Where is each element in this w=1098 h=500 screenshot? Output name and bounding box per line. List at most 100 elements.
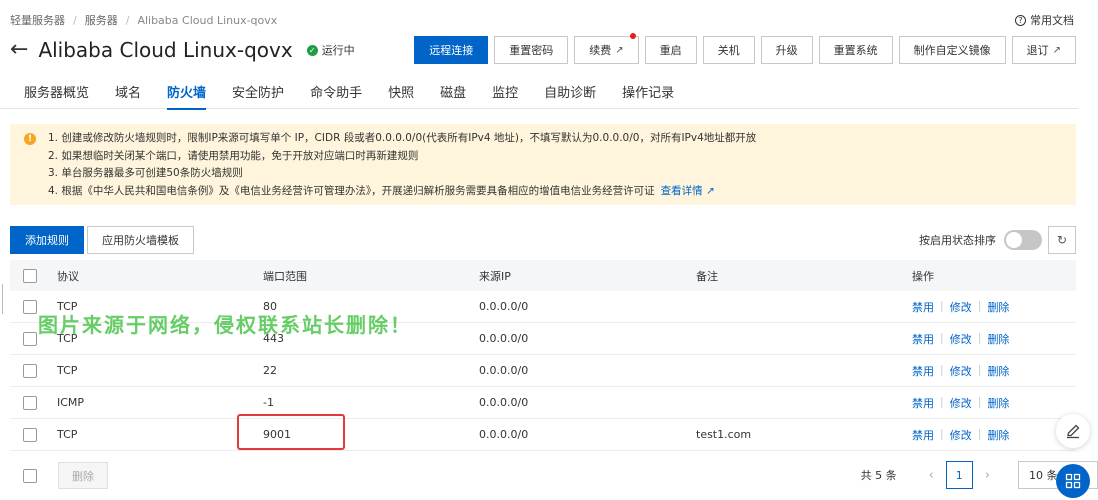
breadcrumb-separator: / [73,13,77,27]
divider: | [940,362,944,376]
tab-domain[interactable]: 域名 [115,78,141,109]
batch-delete-button[interactable]: 删除 [58,462,108,489]
prev-page-icon[interactable]: ‹ [929,468,934,483]
apply-template-button[interactable]: 应用防火墙模板 [87,226,194,254]
tab-snapshot[interactable]: 快照 [388,78,414,109]
total-count: 共 5 条 [860,469,897,482]
cell-source: 0.0.0.0/0 [479,300,529,313]
docs-link-label: 常用文档 [1030,14,1074,27]
sort-label: 按启用状态排序 [919,234,996,247]
table-row: TCP 22 0.0.0.0/0 禁用 | 修改 | 删除 [10,355,1076,387]
select-all-checkbox[interactable] [23,268,37,283]
divider: | [940,298,944,312]
unsubscribe-button[interactable]: 退订 ↗ [1011,36,1076,64]
cell-source: 0.0.0.0/0 [479,428,529,441]
delete-link[interactable]: 删除 [987,299,1009,315]
reset-password-button[interactable]: 重置密码 [494,36,569,64]
row-checkbox[interactable] [23,299,37,314]
next-page-icon[interactable]: › [985,468,990,483]
footer-select-all-checkbox[interactable] [23,469,37,483]
tab-disk[interactable]: 磁盘 [440,78,466,109]
check-circle-icon: ✓ [306,44,318,56]
cell-source: 0.0.0.0/0 [479,364,529,377]
row-select-cell [10,395,57,410]
row-select-cell [10,427,57,442]
edit-feedback-button[interactable] [1056,414,1090,448]
header-note: 备注 [696,269,718,283]
breadcrumb-item-lightweight-server[interactable]: 轻量服务器 [10,12,65,28]
edit-link[interactable]: 修改 [950,299,972,315]
tab-overview[interactable]: 服务器概览 [24,78,89,109]
disable-link[interactable]: 禁用 [912,395,934,411]
docs-link[interactable]: ? 常用文档 [1015,12,1074,28]
row-checkbox[interactable] [23,427,37,442]
back-arrow-icon[interactable]: ← [10,36,28,64]
disable-link[interactable]: 禁用 [912,427,934,443]
notice-line-1: 1. 创建或修改防火墙规则时，限制IP来源可填写单个 IP，CIDR 段或者0.… [48,132,757,144]
delete-link[interactable]: 删除 [987,331,1009,347]
unsubscribe-label: 退订 [1026,44,1049,57]
tab-firewall[interactable]: 防火墙 [167,78,207,110]
renew-button[interactable]: 续费 ↗ [574,33,639,64]
status-label: 运行中 [321,44,355,57]
cell-actions: 禁用 | 修改 | 删除 [912,331,1072,347]
toggle-knob [1006,232,1022,248]
tab-command-assistant[interactable]: 命令助手 [310,78,362,109]
disable-link[interactable]: 禁用 [912,363,934,379]
restart-button[interactable]: 重启 [644,36,697,64]
notice-line-4: 4. 根据《中华人民共和国电信条例》及《电信业务经营许可管理办法》，开展递归解析… [48,183,1062,201]
page-1-button[interactable]: 1 [945,461,973,489]
breadcrumb-item-servers[interactable]: 服务器 [85,12,118,28]
edit-link[interactable]: 修改 [950,395,972,411]
disable-link[interactable]: 禁用 [912,331,934,347]
cell-actions: 禁用 | 修改 | 删除 [912,395,1072,411]
row-checkbox[interactable] [23,331,37,346]
edit-link[interactable]: 修改 [950,427,972,443]
warning-icon: ! [24,133,36,145]
row-checkbox[interactable] [23,395,37,410]
divider: | [977,426,982,440]
sort-toggle-group: 按启用状态排序 [919,230,1042,250]
reset-system-button[interactable]: 重置系统 [818,36,893,64]
edit-link[interactable]: 修改 [950,363,972,379]
tab-self-diagnosis[interactable]: 自助诊断 [544,78,596,109]
header-actions: 操作 [912,269,934,283]
divider: | [977,330,982,344]
tab-operation-log[interactable]: 操作记录 [622,78,674,109]
edit-link[interactable]: 修改 [950,331,972,347]
notice-line-3: 3. 单台服务器最多可创建50条防火墙规则 [48,167,243,179]
shutdown-button[interactable]: 关机 [702,36,755,64]
table-row: TCP 9001 0.0.0.0/0 test1.com 禁用 | 修改 | 删除 [10,414,1076,451]
tab-security[interactable]: 安全防护 [232,78,284,109]
delete-link[interactable]: 删除 [987,427,1009,443]
row-checkbox[interactable] [23,363,37,378]
delete-link[interactable]: 删除 [987,363,1009,379]
table-row: TCP 443 0.0.0.0/0 禁用 | 修改 | 删除 [10,323,1076,355]
delete-link[interactable]: 删除 [987,395,1009,411]
remote-connect-button[interactable]: 远程连接 [414,36,489,64]
cell-source: 0.0.0.0/0 [479,396,529,409]
cell-protocol: ICMP [57,396,85,409]
title-row: ← Alibaba Cloud Linux-qovx ✓ 运行中 [10,36,355,64]
notification-dot [629,33,636,39]
external-link-icon: ↗ [705,184,715,197]
pencil-icon [1067,424,1080,439]
add-rule-button[interactable]: 添加规则 [10,226,84,254]
view-details-link[interactable]: 查看详情 ↗ [661,185,715,197]
notice-line-4-text: 4. 根据《中华人民共和国电信条例》及《电信业务经营许可管理办法》，开展递归解析… [48,184,655,197]
upgrade-button[interactable]: 升级 [760,36,813,64]
sort-toggle[interactable] [1004,230,1042,250]
row-select-cell [10,331,57,346]
cell-source: 0.0.0.0/0 [479,332,529,345]
disable-link[interactable]: 禁用 [912,299,934,315]
refresh-button[interactable]: ↻ [1048,226,1076,254]
tab-monitor[interactable]: 监控 [492,78,518,109]
notice-line-2: 2. 如果想临时关闭某个端口，请使用禁用功能，免于开放对应端口时再新建规则 [48,149,419,162]
divider: | [977,394,982,408]
header-port-range: 端口范围 [263,269,307,283]
create-custom-image-button[interactable]: 制作自定义镜像 [898,36,1006,64]
status-badge: ✓ 运行中 [306,42,355,58]
apps-menu-button[interactable] [1056,464,1090,498]
divider: | [977,362,982,376]
select-all-cell [10,268,57,283]
